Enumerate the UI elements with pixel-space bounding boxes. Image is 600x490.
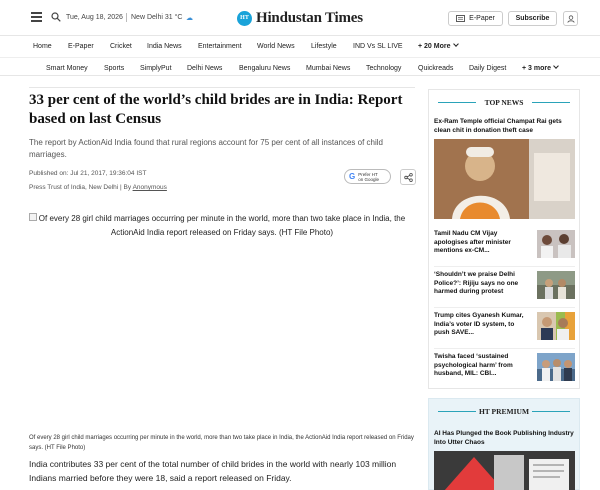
divider — [434, 307, 575, 308]
primary-nav: Home E-Paper Cricket India News Entertai… — [0, 36, 600, 57]
divider — [434, 266, 575, 267]
top-news-item-thumbnail — [537, 312, 575, 340]
byline-source: Press Trust of India, New Delhi | By — [29, 184, 133, 191]
weather-icon: ☁ — [186, 15, 193, 22]
subscribe-button[interactable]: Subscribe — [508, 11, 557, 26]
nav-home[interactable]: Home — [33, 43, 52, 50]
top-news-lead-image[interactable] — [434, 139, 575, 219]
top-news-item-headline: Tamil Nadu CM Vijay apologises after min… — [434, 230, 511, 254]
user-icon — [566, 14, 575, 23]
nav-sports[interactable]: Sports — [104, 65, 124, 72]
divider — [29, 87, 415, 88]
user-account-button[interactable] — [563, 11, 578, 26]
nav-epaper[interactable]: E-Paper — [68, 43, 94, 50]
prefer-on-google-label: Prefer HT on Google — [358, 172, 379, 182]
image-caption: Of every 28 girl child marriages occurri… — [29, 435, 414, 451]
top-news-item-thumbnail — [537, 271, 575, 299]
divider — [126, 13, 127, 22]
nav-technology[interactable]: Technology — [366, 65, 401, 72]
logo-badge: HT — [237, 10, 252, 26]
nav-simplyput[interactable]: SimplyPut — [140, 65, 172, 72]
current-date: Tue, Aug 18, 2026 — [66, 14, 123, 21]
nav-smart-money[interactable]: Smart Money — [46, 65, 88, 72]
top-news-item-headline: ‘Shouldn’t we praise Delhi Police?’: Rij… — [434, 271, 519, 295]
image-alt-text: Of every 28 girl child marriages occurri… — [38, 214, 406, 237]
secondary-nav: Smart Money Sports SimplyPut Delhi News … — [0, 57, 600, 76]
prefer-line-2: on Google — [358, 176, 380, 182]
nav-cricket[interactable]: Cricket — [110, 43, 132, 50]
epaper-button[interactable]: E-Paper — [448, 11, 503, 26]
top-news-item-headline: Trump cites Gyanesh Kumar, India’s voter… — [434, 312, 524, 336]
top-news-item[interactable]: Twisha faced ‘sustained psychological ha… — [434, 353, 576, 389]
nav-delhi-news[interactable]: Delhi News — [187, 65, 222, 72]
top-news-lead-headline[interactable]: Ex-Ram Temple official Champat Rai gets … — [434, 117, 576, 135]
byline: Press Trust of India, New Delhi | By Ano… — [29, 184, 167, 191]
menu-icon[interactable] — [31, 12, 42, 22]
newspaper-icon — [456, 15, 466, 22]
top-news-item-thumbnail — [537, 353, 575, 381]
search-icon[interactable] — [51, 12, 61, 22]
share-button[interactable] — [400, 169, 416, 185]
ht-premium-headline[interactable]: AI Has Plunged the Book Publishing Indus… — [434, 429, 576, 447]
share-icon — [403, 172, 413, 182]
champat-rai-photo — [434, 139, 575, 219]
divider — [532, 411, 570, 412]
article-headline: 33 per cent of the world’s child brides … — [29, 92, 403, 127]
divider — [532, 102, 570, 103]
top-news-item[interactable]: ‘Shouldn’t we praise Delhi Police?’: Rij… — [434, 271, 576, 307]
nav-mumbai-news[interactable]: Mumbai News — [306, 65, 350, 72]
published-date: Published on: Jul 21, 2017, 19:36:04 IST — [29, 170, 147, 177]
weather-readout: New Delhi 31 °C — [131, 14, 183, 21]
google-icon: G — [349, 172, 356, 181]
top-news-panel: TOP NEWS Ex-Ram Temple official Champat … — [428, 89, 580, 389]
divider — [434, 348, 575, 349]
prefer-on-google-button[interactable]: G Prefer HT on Google — [344, 169, 391, 184]
epaper-label: E-Paper — [469, 15, 495, 22]
ht-premium-image[interactable] — [434, 451, 575, 490]
top-news-item[interactable]: Tamil Nadu CM Vijay apologises after min… — [434, 230, 576, 266]
author-link[interactable]: Anonymous — [133, 184, 167, 191]
nav-more-label: + 3 more — [522, 65, 551, 72]
nav-daily-digest[interactable]: Daily Digest — [469, 65, 506, 72]
top-news-item[interactable]: Trump cites Gyanesh Kumar, India’s voter… — [434, 312, 576, 348]
nav-bengaluru-news[interactable]: Bengaluru News — [239, 65, 290, 72]
nav-lifestyle[interactable]: Lifestyle — [311, 43, 337, 50]
article-body-paragraph: India contributes 33 per cent of the tot… — [29, 459, 397, 483]
top-bar: Tue, Aug 18, 2026 New Delhi 31 °C ☁ HT H… — [0, 0, 600, 36]
chevron-down-icon — [452, 41, 459, 47]
article-image: Of every 28 girl child marriages occurri… — [29, 210, 415, 430]
nav-world-news[interactable]: World News — [257, 43, 295, 50]
ht-premium-panel: HT PREMIUM AI Has Plunged the Book Publi… — [428, 398, 580, 490]
logo-text: Hindustan Times — [256, 9, 363, 26]
nav-more-primary[interactable]: + 20 More — [418, 41, 459, 50]
nav-quickreads[interactable]: Quickreads — [418, 65, 453, 72]
article-summary: The report by ActionAid India found that… — [29, 138, 383, 159]
nav-more-label: + 20 More — [418, 43, 451, 50]
chevron-down-icon — [553, 63, 559, 69]
book-publishing-illustration — [434, 451, 575, 490]
top-news-item-thumbnail — [537, 230, 575, 258]
nav-ind-vs-sl-live[interactable]: IND Vs SL LIVE — [353, 43, 403, 50]
site-logo[interactable]: HT Hindustan Times — [237, 9, 363, 27]
top-news-item-headline: Twisha faced ‘sustained psychological ha… — [434, 353, 513, 377]
nav-more-secondary[interactable]: + 3 more — [522, 63, 559, 72]
nav-entertainment[interactable]: Entertainment — [198, 43, 242, 50]
nav-india-news[interactable]: India News — [147, 43, 182, 50]
